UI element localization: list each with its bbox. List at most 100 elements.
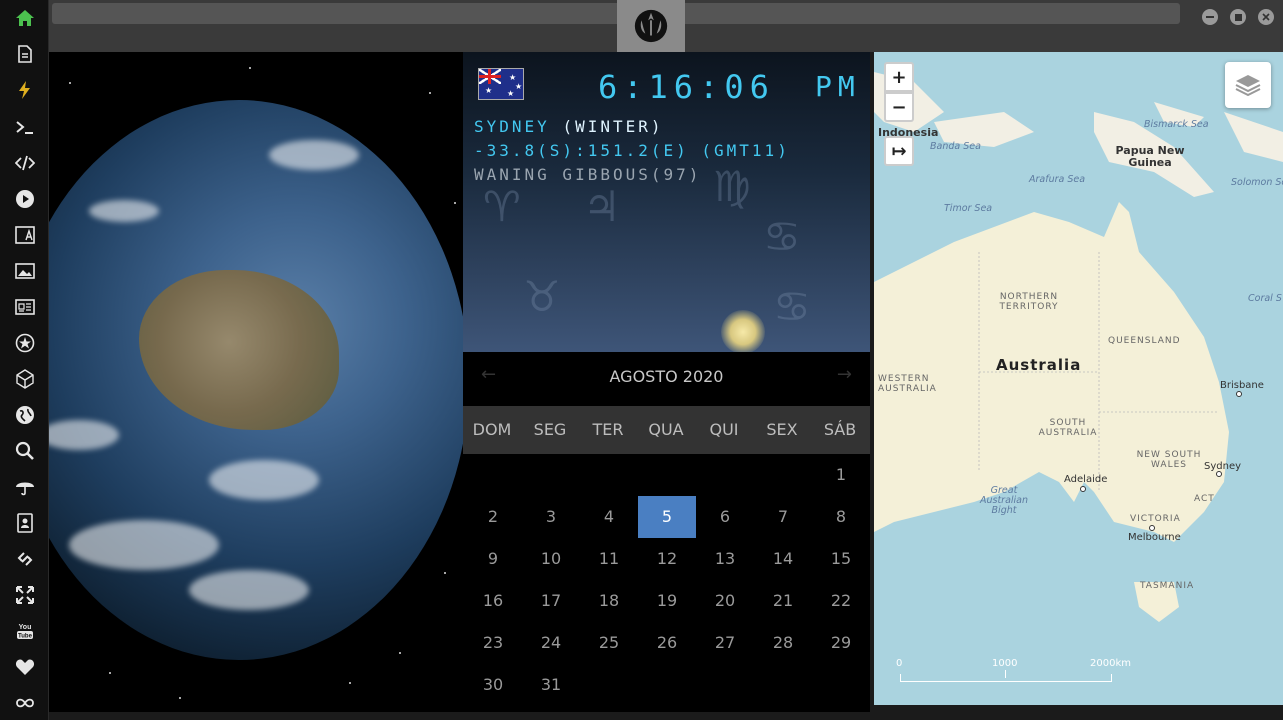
layers-button[interactable] — [1225, 62, 1271, 108]
map-label: Papua New Guinea — [1115, 144, 1185, 169]
city-marker — [1149, 525, 1155, 531]
next-month-arrow-icon[interactable]: → — [837, 364, 852, 385]
map-label: Great Australian Bight — [979, 485, 1029, 516]
play-icon[interactable] — [13, 187, 37, 211]
map-label: NORTHERN TERRITORY — [999, 292, 1059, 312]
calendar-day-today[interactable]: 5 — [638, 496, 696, 538]
australia-landmass — [139, 270, 339, 430]
fit-bounds-button[interactable]: ↦ — [884, 136, 914, 166]
calendar-day[interactable]: 28 — [754, 622, 812, 664]
map-label: WESTERN AUSTRALIA — [878, 374, 937, 394]
lightning-icon[interactable] — [13, 78, 37, 102]
home-icon[interactable] — [13, 6, 37, 30]
map-label: Brisbane — [1220, 380, 1264, 391]
youtube-icon[interactable]: You Tube — [13, 619, 37, 643]
calendar-day[interactable]: 25 — [580, 622, 638, 664]
calendar: ← AGOSTO 2020 → DOM SEG TER QUA QUI SEX … — [463, 352, 870, 712]
title-bar[interactable] — [52, 3, 1180, 24]
calendar-day[interactable]: 2 — [464, 496, 522, 538]
globe-icon[interactable] — [13, 403, 37, 427]
calendar-day[interactable]: 10 — [522, 538, 580, 580]
calendar-day[interactable]: 27 — [696, 622, 754, 664]
weekday: SEG — [533, 420, 567, 439]
calendar-day[interactable]: 26 — [638, 622, 696, 664]
clock-ampm: PM — [815, 70, 861, 103]
season: (WINTER) — [562, 117, 664, 136]
calendar-day[interactable]: 16 — [464, 580, 522, 622]
calendar-day[interactable]: 4 — [580, 496, 638, 538]
news-icon[interactable] — [13, 295, 37, 319]
map-label: TASMANIA — [1140, 581, 1195, 591]
sheriff-icon[interactable] — [13, 331, 37, 355]
calendar-day[interactable]: 15 — [812, 538, 870, 580]
rebel-alliance-icon — [634, 9, 668, 43]
calendar-day[interactable]: 31 — [522, 664, 580, 706]
maximize-button[interactable] — [1230, 9, 1246, 25]
map-label: NEW SOUTH WALES — [1136, 450, 1202, 470]
map-label: Melbourne — [1128, 532, 1181, 543]
map-label: ACT — [1194, 494, 1215, 504]
calendar-day[interactable]: 13 — [696, 538, 754, 580]
map-label: Sydney — [1204, 461, 1242, 472]
calendar-day[interactable]: 24 — [522, 622, 580, 664]
zoom-out-button[interactable]: − — [884, 92, 914, 122]
calendar-day[interactable]: 19 — [638, 580, 696, 622]
calendar-day[interactable]: 6 — [696, 496, 754, 538]
calendar-day[interactable]: 21 — [754, 580, 812, 622]
terminal-icon[interactable] — [13, 115, 37, 139]
calendar-month-label: AGOSTO 2020 — [609, 366, 724, 386]
map-label: Banda Sea — [930, 141, 981, 152]
calendar-day[interactable]: 3 — [522, 496, 580, 538]
calendar-day[interactable]: 14 — [754, 538, 812, 580]
image-icon[interactable] — [13, 259, 37, 283]
map-view[interactable]: + − ↦ Indonesia Banda Sea Bismarck Sea P… — [874, 52, 1283, 705]
map-label: Indonesia — [878, 126, 939, 139]
contacts-icon[interactable] — [13, 511, 37, 535]
scale-label: 1000 — [992, 658, 1018, 669]
globe-view[interactable] — [49, 52, 463, 712]
expand-icon[interactable] — [13, 583, 37, 607]
calendar-day[interactable]: 23 — [464, 622, 522, 664]
map-label: Australia — [996, 356, 1082, 374]
calendar-day[interactable]: 11 — [580, 538, 638, 580]
close-button[interactable] — [1258, 9, 1274, 25]
scale-label: 0 — [896, 658, 903, 669]
calendar-day[interactable]: 18 — [580, 580, 638, 622]
document-icon[interactable] — [13, 42, 37, 66]
code-icon[interactable] — [13, 151, 37, 175]
calendar-day[interactable]: 29 — [812, 622, 870, 664]
map-label: Adelaide — [1064, 474, 1108, 485]
heart-icon[interactable] — [13, 655, 37, 679]
calendar-day[interactable]: 30 — [464, 664, 522, 706]
infinity-icon[interactable] — [13, 691, 37, 715]
search-icon[interactable] — [13, 439, 37, 463]
map-label: Solomon Se — [1231, 177, 1283, 188]
calendar-day[interactable]: 7 — [754, 496, 812, 538]
rebel-logo-tab[interactable] — [617, 0, 685, 52]
map-label: Arafura Sea — [1029, 174, 1086, 185]
umbrella-icon[interactable] — [13, 475, 37, 499]
calendar-day[interactable]: 1 — [812, 454, 870, 496]
scale-bar — [900, 670, 1112, 682]
calendar-day[interactable]: 17 — [522, 580, 580, 622]
zoom-in-button[interactable]: + — [884, 62, 914, 92]
city-name: SYDNEY — [474, 117, 550, 136]
weekday: QUA — [648, 420, 684, 439]
minimize-button[interactable] — [1202, 9, 1218, 25]
calendar-day[interactable]: 9 — [464, 538, 522, 580]
weekday: DOM — [472, 420, 512, 439]
earth-globe — [49, 100, 463, 660]
map-label: QUEENSLAND — [1108, 336, 1181, 346]
calendar-day[interactable]: 12 — [638, 538, 696, 580]
map-label: Timor Sea — [944, 203, 993, 214]
calendar-day[interactable]: 20 — [696, 580, 754, 622]
city-marker — [1236, 391, 1242, 397]
weekday: SEX — [766, 420, 798, 439]
translate-icon[interactable] — [13, 223, 37, 247]
sidebar: You Tube — [0, 0, 49, 720]
polyhedron-icon[interactable] — [13, 367, 37, 391]
calendar-day[interactable]: 8 — [812, 496, 870, 538]
calendar-day[interactable]: 22 — [812, 580, 870, 622]
link-icon[interactable] — [13, 547, 37, 571]
svg-text:Tube: Tube — [18, 634, 33, 640]
